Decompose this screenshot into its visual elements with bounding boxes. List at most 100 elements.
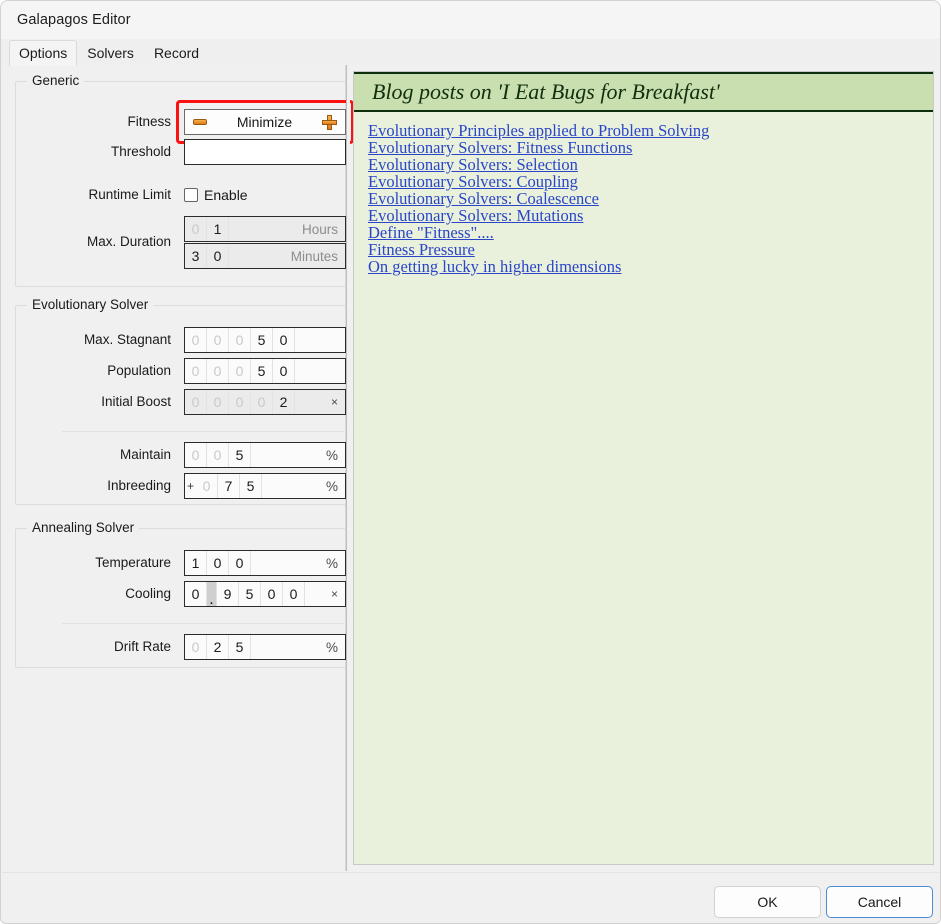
row-cooling: Cooling 0 . 9 5 0 0 ×: [16, 581, 348, 607]
field-filler: [295, 390, 331, 414]
digit-cell[interactable]: 0: [229, 551, 251, 575]
digit-cell[interactable]: 1: [207, 217, 229, 241]
blog-link-list: Evolutionary Principles applied to Probl…: [354, 112, 933, 275]
digit-cell[interactable]: 3: [185, 244, 207, 268]
digit-cell[interactable]: 0: [207, 244, 229, 268]
galapagos-editor-window: Galapagos Editor Options Solvers Record …: [0, 0, 941, 924]
field-filler: [229, 244, 291, 268]
blog-link[interactable]: Evolutionary Solvers: Fitness Functions: [368, 139, 632, 156]
field-filler: [305, 582, 331, 606]
digit-cell[interactable]: 5: [251, 328, 273, 352]
field-filler: [295, 328, 345, 352]
decimal-point-cell: .: [207, 582, 217, 606]
sign-cell[interactable]: +: [185, 474, 196, 498]
threshold-value: [185, 140, 345, 164]
blog-link[interactable]: Evolutionary Solvers: Selection: [368, 156, 578, 173]
drift-rate-input[interactable]: 0 2 5 %: [184, 634, 346, 660]
population-input[interactable]: 0 0 0 5 0: [184, 358, 346, 384]
row-fitness: Fitness Minimize: [16, 100, 354, 144]
title-bar: Galapagos Editor: [1, 1, 940, 39]
inbreeding-input[interactable]: + 0 7 5 %: [184, 473, 346, 499]
tab-options[interactable]: Options: [9, 40, 78, 66]
maintain-input[interactable]: 0 0 5 %: [184, 442, 346, 468]
digit-cell[interactable]: 0: [185, 359, 207, 383]
blog-link[interactable]: Define "Fitness"....: [368, 224, 494, 241]
max-duration-minutes-input[interactable]: 3 0 Minutes: [184, 243, 346, 269]
digit-cell[interactable]: 0: [185, 635, 207, 659]
blog-link[interactable]: Evolutionary Solvers: Coupling: [368, 173, 578, 190]
digit-cell[interactable]: 1: [185, 551, 207, 575]
digit-cell[interactable]: 0: [251, 390, 273, 414]
digit-cell[interactable]: 0: [229, 390, 251, 414]
digit-cell[interactable]: 0: [185, 582, 207, 606]
minus-icon[interactable]: [193, 119, 207, 125]
digit-cell[interactable]: 0: [207, 390, 229, 414]
digit-cell[interactable]: 0: [185, 390, 207, 414]
digit-cell[interactable]: 5: [229, 443, 251, 467]
label-cooling: Cooling: [125, 586, 171, 601]
plus-icon[interactable]: [322, 114, 337, 130]
blog-panel: Blog posts on 'I Eat Bugs for Breakfast'…: [353, 71, 934, 865]
initial-boost-input[interactable]: 0 0 0 0 2 ×: [184, 389, 346, 415]
dialog-footer: OK Cancel: [2, 872, 940, 922]
tab-record[interactable]: Record: [144, 40, 209, 66]
blog-link[interactable]: Fitness Pressure: [368, 241, 475, 258]
row-max-duration-hours: Max. Duration 0 1 Hours: [16, 216, 348, 249]
blog-link[interactable]: Evolutionary Solvers: Coalescence: [368, 190, 599, 207]
field-filler: [251, 635, 326, 659]
unit-minutes: Minutes: [290, 248, 338, 264]
checkbox-enable-label: Enable: [204, 187, 248, 203]
window-title: Galapagos Editor: [17, 12, 131, 28]
blog-link[interactable]: Evolutionary Principles applied to Probl…: [368, 122, 709, 139]
blog-link[interactable]: Evolutionary Solvers: Mutations: [368, 207, 583, 224]
fitness-selector[interactable]: Minimize: [184, 109, 346, 135]
digit-cell[interactable]: 0: [207, 443, 229, 467]
label-max-stagnant: Max. Stagnant: [83, 332, 171, 347]
digit-cell[interactable]: 9: [217, 582, 239, 606]
max-duration-hours-input[interactable]: 0 1 Hours: [184, 216, 346, 242]
digit-cell[interactable]: 0: [283, 582, 305, 606]
row-initial-boost: Initial Boost 0 0 0 0 2 ×: [16, 389, 348, 415]
digit-cell[interactable]: 0: [261, 582, 283, 606]
ok-button[interactable]: OK: [714, 886, 821, 918]
temperature-input[interactable]: 1 0 0 %: [184, 550, 346, 576]
label-population: Population: [107, 363, 171, 378]
unit-percent: %: [325, 639, 338, 655]
checkbox-enable[interactable]: [184, 188, 198, 202]
unit-multiplier: ×: [330, 587, 338, 601]
digit-cell[interactable]: 7: [218, 474, 240, 498]
digit-cell[interactable]: 0: [229, 359, 251, 383]
row-temperature: Temperature 1 0 0 %: [16, 550, 348, 576]
digit-cell[interactable]: 0: [185, 443, 207, 467]
group-divider: [62, 623, 346, 624]
row-population: Population 0 0 0 5 0: [16, 358, 348, 384]
digit-cell[interactable]: 5: [229, 635, 251, 659]
blog-link[interactable]: On getting lucky in higher dimensions: [368, 258, 621, 275]
max-stagnant-input[interactable]: 0 0 0 5 0: [184, 327, 346, 353]
digit-cell[interactable]: 0: [207, 359, 229, 383]
digit-cell[interactable]: 0: [185, 217, 207, 241]
digit-cell[interactable]: 5: [251, 359, 273, 383]
digit-cell[interactable]: 0: [273, 359, 295, 383]
cancel-button[interactable]: Cancel: [826, 886, 933, 918]
digit-cell[interactable]: 0: [229, 328, 251, 352]
row-maintain: Maintain 0 0 5 %: [16, 442, 348, 468]
digit-cell[interactable]: 5: [239, 582, 261, 606]
fitness-value: Minimize: [236, 114, 293, 130]
digit-cell[interactable]: 0: [196, 474, 218, 498]
digit-cell[interactable]: 2: [207, 635, 229, 659]
threshold-input[interactable]: [184, 139, 346, 165]
tab-solvers[interactable]: Solvers: [77, 40, 144, 66]
tab-bar: Options Solvers Record: [1, 39, 940, 66]
group-evolutionary-title: Evolutionary Solver: [27, 297, 154, 312]
digit-cell[interactable]: 0: [273, 328, 295, 352]
digit-cell[interactable]: 0: [185, 328, 207, 352]
field-filler: [229, 217, 302, 241]
digit-cell[interactable]: 2: [273, 390, 295, 414]
digit-cell[interactable]: 0: [207, 328, 229, 352]
cooling-input[interactable]: 0 . 9 5 0 0 ×: [184, 581, 346, 607]
digit-cell[interactable]: 0: [207, 551, 229, 575]
runtime-limit-checkbox-row[interactable]: Enable: [184, 182, 248, 208]
digit-cell[interactable]: 5: [240, 474, 262, 498]
pane-splitter[interactable]: [346, 65, 350, 871]
